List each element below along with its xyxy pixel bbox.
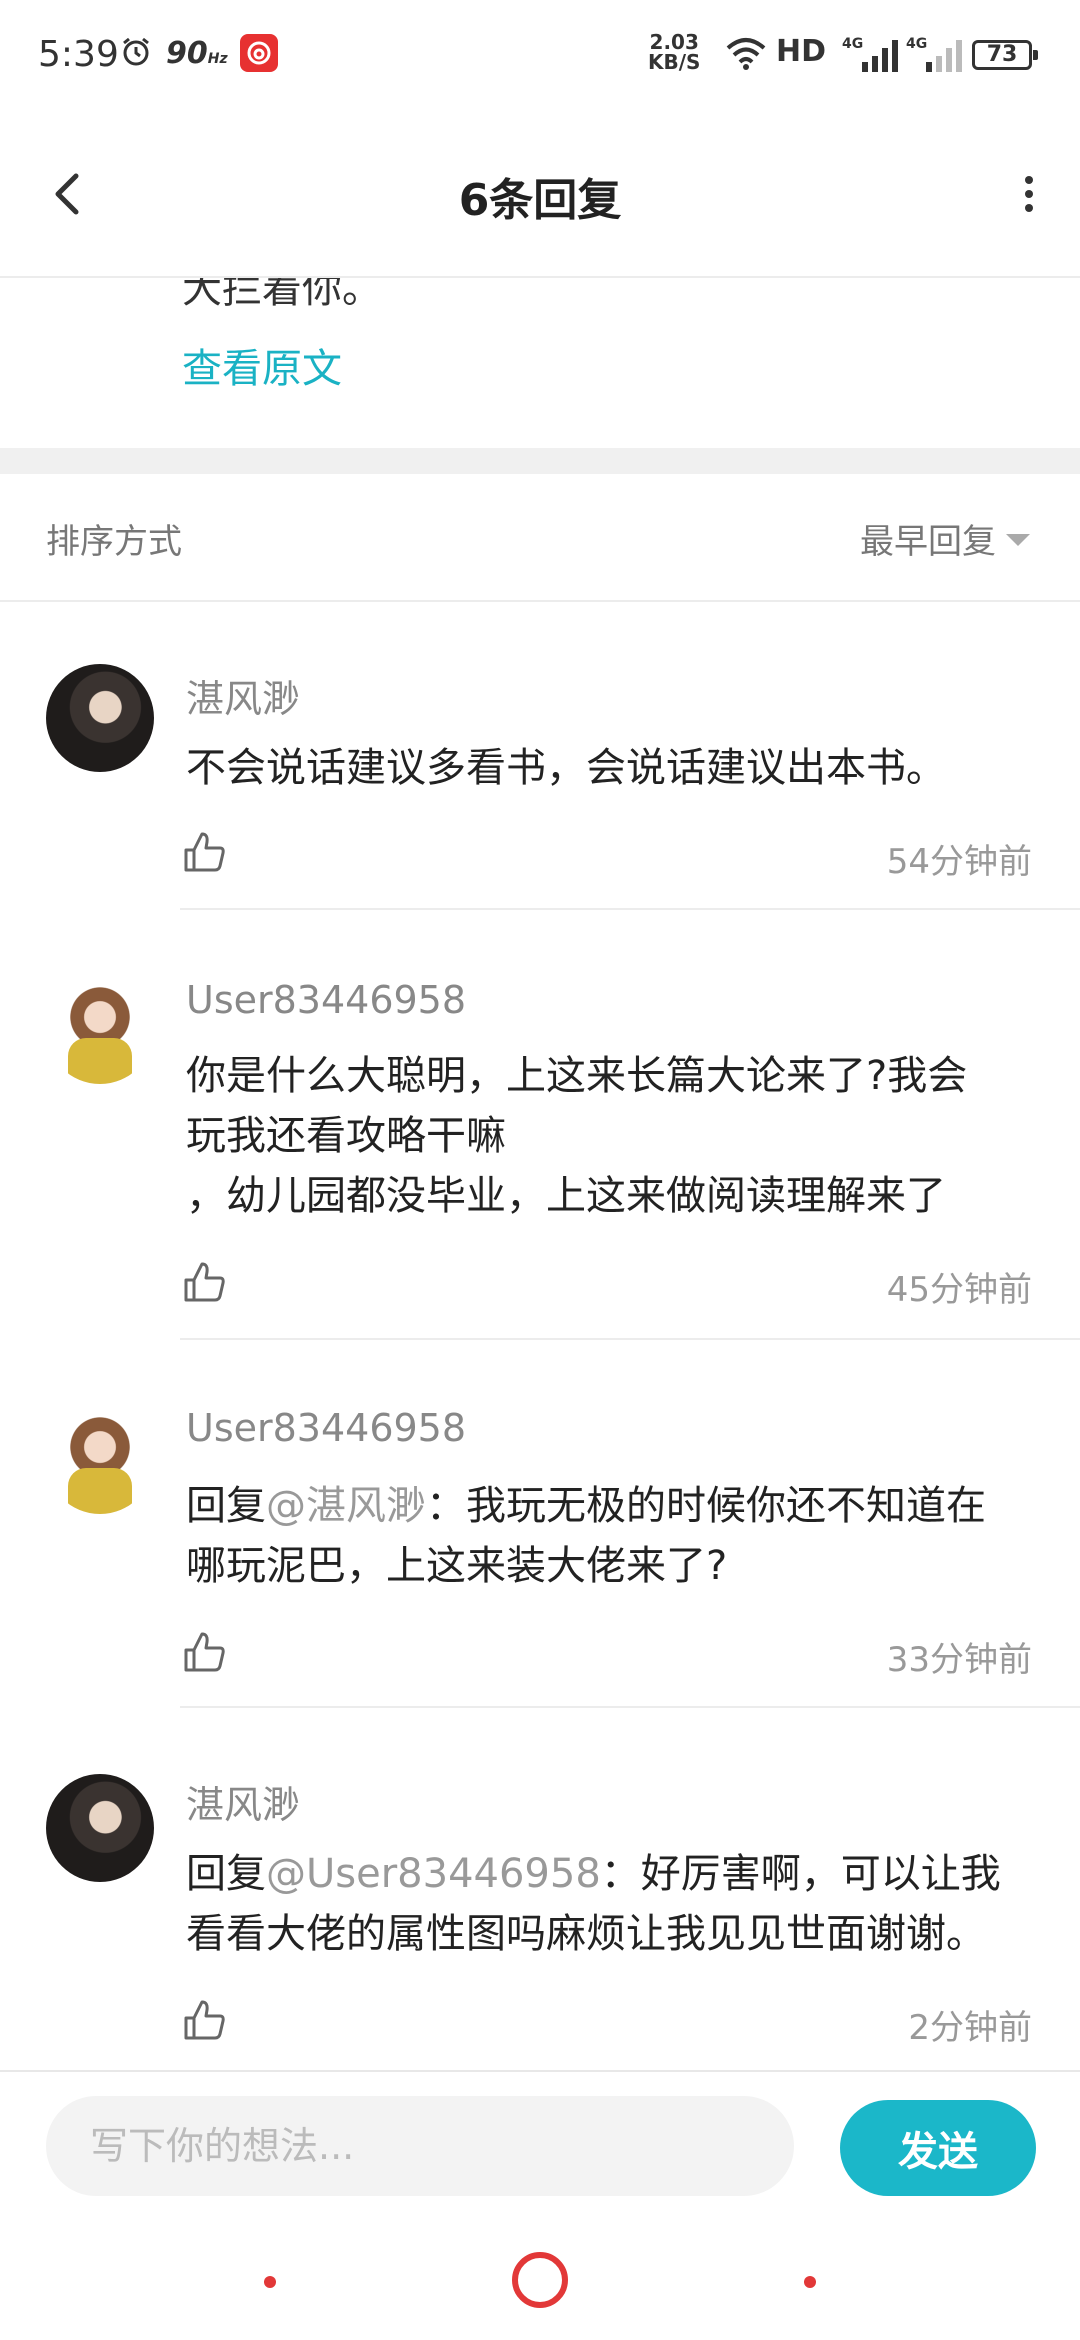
username[interactable]: User83446958	[186, 1406, 466, 1450]
thumbs-up-icon[interactable]	[182, 1998, 226, 2042]
top-app-bar: 6条回复	[0, 110, 1080, 278]
sort-bar: 排序方式 最早回复	[0, 474, 1080, 602]
nav-home-button[interactable]	[512, 2252, 568, 2308]
avatar[interactable]	[46, 664, 154, 772]
reply-content: 不会说话建议多看书，会说话建议出本书。	[186, 745, 946, 791]
reply-content: 回复@User83446958：好厉害啊，可以让我 看看大佬的属性图吗麻烦让我见…	[186, 1851, 1001, 1957]
signal-icon-1: 4G	[842, 36, 898, 72]
username[interactable]: 湛风渺	[186, 668, 300, 723]
reply-time: 33分钟前	[886, 1640, 1032, 1680]
reply-time: 2分钟前	[908, 2008, 1032, 2048]
refresh-rate: 90Hz	[166, 36, 228, 71]
thumbs-up-icon[interactable]	[182, 830, 226, 874]
comment-bar: 发送	[0, 2070, 1080, 2220]
nav-back-button[interactable]	[804, 2276, 816, 2288]
sort-dropdown[interactable]: 最早回复	[860, 514, 996, 563]
status-bar: 5:39 90Hz 2.03 KB/S HD 4G 4G 73	[0, 0, 1080, 110]
netease-music-icon	[240, 34, 278, 72]
caret-down-icon[interactable]	[1006, 534, 1030, 546]
system-nav-bar	[0, 2220, 1080, 2340]
original-post-text: 大拦着你。	[182, 278, 382, 312]
reply-content: 回复@湛风渺：我玩无极的时候你还不知道在 哪玩泥巴，上这来装大佬来了?	[186, 1483, 986, 1589]
svg-text:4G: 4G	[906, 36, 927, 52]
mention-link[interactable]: @湛风渺	[266, 1483, 426, 1529]
battery-indicator: 73	[972, 40, 1038, 70]
username[interactable]: 湛风渺	[186, 1774, 300, 1829]
more-options-icon[interactable]	[1004, 162, 1054, 226]
avatar[interactable]	[46, 1774, 154, 1882]
network-speed: 2.03 KB/S	[648, 30, 701, 74]
send-button[interactable]: 发送	[840, 2100, 1036, 2196]
reply-item: 湛风渺 不会说话建议多看书，会说话建议出本书。 54分钟前	[0, 604, 1080, 910]
sort-label: 排序方式	[46, 522, 182, 562]
section-divider	[0, 448, 1080, 474]
wifi-icon	[726, 38, 766, 70]
avatar[interactable]	[46, 1406, 154, 1514]
signal-icon-2: 4G	[906, 36, 962, 72]
reply-content: 你是什么大聪明，上这来长篇大论来了?我会 玩我还看攻略干嘛 ，幼儿园都没毕业，上…	[186, 1053, 968, 1219]
comment-input[interactable]	[46, 2096, 794, 2196]
alarm-icon	[123, 37, 149, 66]
username[interactable]: User83446958	[186, 978, 466, 1022]
original-post-snippet: 大拦着你。 查看原文	[0, 278, 1080, 448]
avatar[interactable]	[46, 976, 154, 1084]
reply-item: User83446958 你是什么大聪明，上这来长篇大论来了?我会 玩我还看攻略…	[0, 910, 1080, 1340]
reply-item: 湛风渺 回复@User83446958：好厉害啊，可以让我 看看大佬的属性图吗麻…	[0, 1708, 1080, 2070]
page-title: 6条回复	[458, 175, 622, 226]
nav-menu-button[interactable]	[264, 2276, 276, 2288]
reply-item: User83446958 回复@湛风渺：我玩无极的时候你还不知道在 哪玩泥巴，上…	[0, 1340, 1080, 1708]
svg-text:4G: 4G	[842, 36, 863, 52]
view-original-link[interactable]: 查看原文	[182, 336, 342, 394]
reply-time: 45分钟前	[886, 1270, 1032, 1310]
status-time: 5:39	[38, 34, 119, 75]
reply-time: 54分钟前	[886, 842, 1032, 882]
mention-link[interactable]: @User83446958	[266, 1851, 601, 1897]
thumbs-up-icon[interactable]	[182, 1260, 226, 1304]
hd-indicator: HD	[776, 34, 827, 69]
thumbs-up-icon[interactable]	[182, 1630, 226, 1674]
